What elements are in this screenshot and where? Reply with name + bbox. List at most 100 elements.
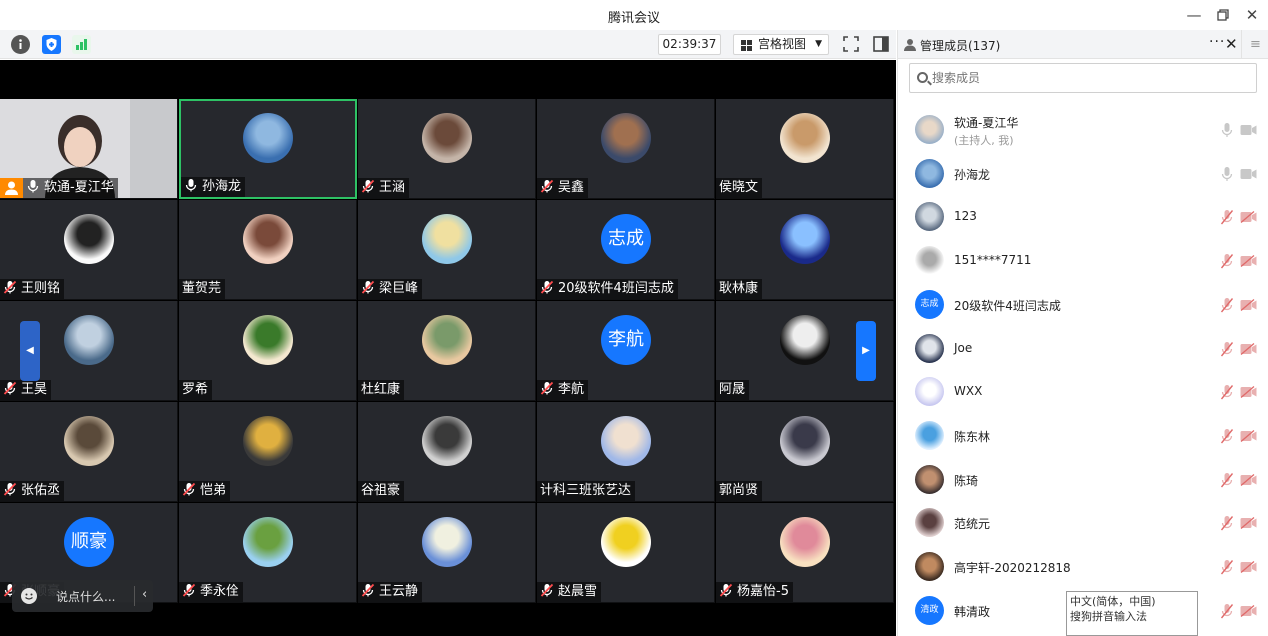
chevron-down-icon: ▼ — [815, 39, 822, 49]
member-mic-muted-icon[interactable] — [1220, 253, 1234, 269]
member-row[interactable]: 151****7711 — [898, 239, 1268, 283]
participant-tile[interactable]: 王涵 — [358, 99, 536, 199]
member-avatar: 清政 — [915, 595, 944, 625]
member-row[interactable]: Joe — [898, 327, 1268, 371]
more-options-icon[interactable]: ··· — [1209, 34, 1225, 50]
member-camera-off-icon[interactable] — [1240, 517, 1257, 530]
participant-tile[interactable]: 罗希 — [179, 301, 357, 401]
member-mic-on-icon[interactable] — [1220, 166, 1234, 182]
member-camera-off-icon[interactable] — [1240, 386, 1257, 399]
member-row[interactable]: 软通-夏江华 (主持人, 我) — [898, 108, 1268, 152]
participant-name-tag: 阿晟 — [716, 380, 750, 400]
participant-tile[interactable]: 赵晨雪 — [537, 503, 715, 603]
participant-name: 王则铭 — [21, 281, 61, 296]
participant-tile[interactable]: 吴鑫 — [537, 99, 715, 199]
member-mic-muted-icon[interactable] — [1220, 559, 1234, 575]
quick-chat-bar[interactable]: 说点什么... ‹ — [12, 580, 153, 612]
member-mic-on-icon[interactable] — [1220, 122, 1234, 138]
member-name: 高宇轩-2020212818 — [954, 561, 1071, 575]
member-row[interactable]: 志成 20级软件4班闫志成 — [898, 283, 1268, 327]
participant-avatar — [243, 214, 293, 264]
close-icon[interactable]: ✕ — [1241, 5, 1263, 25]
member-camera-icon[interactable] — [1240, 168, 1257, 180]
fullscreen-icon[interactable] — [842, 35, 860, 53]
member-mic-muted-icon[interactable] — [1220, 515, 1234, 531]
member-mic-muted-icon[interactable] — [1220, 603, 1234, 619]
participant-name-tag: 赵晨雪 — [537, 582, 602, 602]
member-camera-icon[interactable] — [1240, 124, 1257, 136]
participant-tile[interactable]: 梁巨峰 — [358, 200, 536, 300]
participant-name-tag: 侯晓文 — [716, 178, 763, 198]
mic-on-icon — [185, 179, 197, 192]
participant-tile[interactable]: 软通-夏江华 — [0, 99, 178, 199]
participant-tile[interactable]: 季永佺 — [179, 503, 357, 603]
participant-name: 计科三班张艺达 — [540, 483, 632, 498]
member-camera-off-icon[interactable] — [1240, 255, 1257, 268]
member-camera-off-icon[interactable] — [1240, 429, 1257, 442]
member-name: 韩清政 — [954, 604, 991, 619]
ime-indicator: 中文(简体，中国) 搜狗拼音输入法 — [1066, 591, 1198, 636]
minimize-icon[interactable]: — — [1183, 5, 1205, 25]
member-camera-off-icon[interactable] — [1240, 342, 1257, 355]
participant-tile[interactable]: 董贺芫 — [179, 200, 357, 300]
prev-page-arrow[interactable]: ◀ — [20, 321, 40, 381]
member-camera-off-icon[interactable] — [1240, 561, 1257, 573]
signal-bars-icon[interactable] — [72, 35, 91, 54]
mic-muted-icon — [540, 583, 554, 597]
member-row[interactable]: 123 — [898, 195, 1268, 239]
participant-tile[interactable]: 张佑丞 — [0, 402, 178, 502]
participant-tile[interactable]: 李航 李航 — [537, 301, 715, 401]
participant-avatar — [780, 315, 830, 365]
chevron-left-icon[interactable]: ‹ — [142, 587, 147, 602]
title-bar: 腾讯会议 — ✕ — [0, 0, 1268, 30]
security-shield-icon[interactable] — [42, 35, 61, 54]
participant-tile[interactable]: 王则铭 — [0, 200, 178, 300]
member-row[interactable]: 高宇轩-2020212818 — [898, 545, 1268, 589]
member-name: 陈琦 — [954, 473, 979, 488]
participant-tile[interactable]: 郭尚贤 — [716, 402, 894, 502]
restore-icon[interactable] — [1212, 5, 1234, 25]
participant-avatar: 志成 — [601, 214, 651, 264]
participant-name-tag: 孙海龙 — [181, 177, 246, 197]
member-camera-off-icon[interactable] — [1240, 298, 1257, 311]
close-panel-icon[interactable]: ✕ — [1225, 35, 1238, 53]
participant-tile[interactable]: 耿林康 — [716, 200, 894, 300]
member-mic-muted-icon[interactable] — [1220, 428, 1234, 444]
chat-input-placeholder[interactable]: 说点什么... — [56, 588, 115, 605]
participant-tile[interactable]: 侯晓文 — [716, 99, 894, 199]
member-mic-muted-icon[interactable] — [1220, 297, 1234, 313]
participant-tile[interactable]: 孙海龙 — [179, 99, 357, 199]
member-mic-muted-icon[interactable] — [1220, 341, 1234, 357]
participant-tile[interactable]: 计科三班张艺达 — [537, 402, 715, 502]
emoji-icon[interactable] — [21, 588, 37, 604]
participant-tile[interactable]: 杜红康 — [358, 301, 536, 401]
member-camera-off-icon[interactable] — [1240, 473, 1257, 486]
participant-tile[interactable]: 杨嘉怡-5 — [716, 503, 894, 603]
member-mic-muted-icon[interactable] — [1220, 472, 1234, 488]
participant-name: 侯晓文 — [719, 180, 759, 195]
member-search-input[interactable] — [932, 69, 1232, 87]
member-camera-off-icon[interactable] — [1240, 211, 1257, 224]
member-mic-muted-icon[interactable] — [1220, 384, 1234, 400]
member-avatar — [915, 377, 944, 407]
sidebar-toggle-icon[interactable] — [872, 35, 890, 53]
member-row[interactable]: 陈东林 — [898, 414, 1268, 458]
member-row[interactable]: 陈琦 — [898, 458, 1268, 502]
next-page-arrow[interactable]: ▶ — [856, 321, 876, 381]
info-icon[interactable] — [11, 35, 30, 54]
member-row[interactable]: 范统元 — [898, 501, 1268, 545]
member-search[interactable] — [909, 63, 1257, 93]
member-row[interactable]: WXX — [898, 370, 1268, 414]
participant-tile[interactable]: 谷祖豪 — [358, 402, 536, 502]
participant-tile[interactable]: 恺弟 — [179, 402, 357, 502]
member-row[interactable]: 孙海龙 — [898, 152, 1268, 196]
participant-name-tag: 郭尚贤 — [716, 481, 763, 501]
participant-name-tag: 罗希 — [179, 380, 213, 400]
participant-tile[interactable]: 王云静 — [358, 503, 536, 603]
view-mode-dropdown[interactable]: 宫格视图 ▼ — [733, 34, 829, 55]
list-menu-icon[interactable]: ≡ — [1241, 30, 1268, 59]
participant-name: 谷祖豪 — [361, 483, 401, 498]
participant-tile[interactable]: 志成 20级软件4班闫志成 — [537, 200, 715, 300]
member-camera-off-icon[interactable] — [1240, 604, 1257, 617]
member-mic-muted-icon[interactable] — [1220, 209, 1234, 225]
